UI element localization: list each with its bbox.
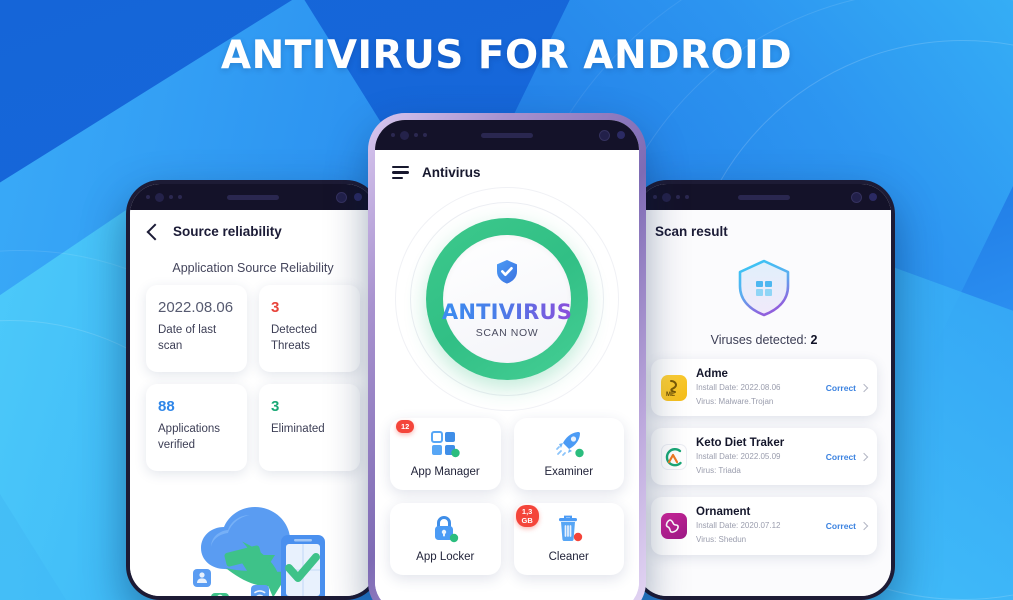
stat-label: Detected Threats bbox=[271, 324, 318, 352]
stat-label: Date of last scan bbox=[158, 324, 217, 352]
stat-card-detected-threats[interactable]: 3 Detected Threats bbox=[259, 285, 360, 373]
phone-left-source-reliability: Source reliability Application Source Re… bbox=[123, 177, 383, 600]
scan-secondary-label: SCAN NOW bbox=[475, 327, 539, 339]
stat-card-apps-verified[interactable]: 88 Applications verified bbox=[146, 384, 247, 472]
viruses-detected-line: Viruses detected: 2 bbox=[637, 333, 891, 347]
right-phone-title: Scan result bbox=[655, 224, 728, 239]
hamburger-menu-icon[interactable] bbox=[392, 165, 409, 180]
tile-app-locker[interactable]: App Locker bbox=[390, 503, 501, 575]
stat-label: Applications verified bbox=[158, 423, 221, 451]
shield-check-icon bbox=[495, 259, 519, 290]
tile-cleaner[interactable]: 1,3 GB Cleaner bbox=[513, 503, 624, 575]
tile-label: App Locker bbox=[416, 551, 475, 563]
ornament-app-icon bbox=[661, 512, 687, 539]
tile-label: App Manager bbox=[410, 466, 480, 478]
stat-card-last-scan[interactable]: 2022.08.06 Date of last scan bbox=[146, 285, 247, 373]
stat-label: Eliminated bbox=[271, 423, 325, 436]
virus-list-item[interactable]: ME Adme Install Date: 2022.08.06 Virus: … bbox=[651, 359, 877, 417]
viruses-detected-count: 2 bbox=[810, 333, 818, 347]
phone-right-scan-result: Scan result Viruses detected: 2 ME Adme … bbox=[630, 177, 898, 600]
trash-icon bbox=[554, 515, 584, 543]
virus-install-date: Install Date: 2022.08.06 bbox=[696, 383, 781, 392]
virus-type: Virus: Triada bbox=[696, 465, 741, 475]
virus-app-name: Ornament bbox=[696, 506, 751, 519]
feature-tiles: 12 App Manager Examiner App Locker 1,3 G… bbox=[375, 418, 639, 575]
stat-value: 3 bbox=[271, 299, 280, 316]
virus-list-item[interactable]: Ornament Install Date: 2020.07.12 Virus:… bbox=[651, 497, 877, 555]
virus-app-name: Keto Diet Traker bbox=[696, 437, 785, 450]
virus-install-date: Install Date: 2020.07.12 bbox=[696, 521, 781, 531]
virus-list-item[interactable]: Keto Diet Traker Install Date: 2022.05.0… bbox=[651, 428, 877, 486]
correct-button[interactable]: Correct bbox=[826, 383, 856, 393]
keto-app-icon bbox=[661, 443, 687, 470]
reliability-card-grid: 2022.08.06 Date of last scan 3 Detected … bbox=[130, 285, 376, 472]
rocket-icon bbox=[554, 430, 584, 458]
correct-button[interactable]: Correct bbox=[826, 452, 856, 462]
cleaner-badge: 1,3 GB bbox=[515, 505, 539, 527]
app-grid-icon bbox=[430, 430, 460, 458]
adme-app-icon: ME bbox=[661, 374, 687, 401]
shield-windows-icon bbox=[637, 255, 891, 321]
virus-type: Virus: Shedun bbox=[696, 534, 747, 544]
virus-app-name: Adme bbox=[696, 368, 728, 380]
phone-center-antivirus-home: Antivirus ANTIVIRUS SCAN NOW 12 App Mana… bbox=[368, 113, 646, 600]
correct-button[interactable]: Correct bbox=[826, 521, 856, 531]
left-phone-title: Source reliability bbox=[173, 224, 282, 239]
stat-value: 3 bbox=[271, 398, 280, 416]
tile-label: Cleaner bbox=[548, 551, 589, 563]
phone-notch bbox=[375, 120, 639, 150]
stat-card-eliminated[interactable]: 3 Eliminated bbox=[259, 384, 360, 472]
virus-type: Virus: Malware.Trojan bbox=[696, 396, 774, 406]
tile-label: Examiner bbox=[544, 466, 594, 478]
stat-value: 88 bbox=[158, 398, 175, 416]
phone-notch bbox=[637, 184, 891, 210]
phone-notch bbox=[130, 184, 376, 210]
cloud-download-secure-phone-illustration bbox=[130, 497, 376, 596]
scan-now-button[interactable]: ANTIVIRUS SCAN NOW bbox=[375, 184, 639, 414]
virus-install-date: Install Date: 2022.05.09 bbox=[696, 452, 781, 462]
scan-inner-circle: ANTIVIRUS SCAN NOW bbox=[441, 235, 573, 363]
center-phone-title: Antivirus bbox=[422, 165, 481, 180]
svg-text:ME: ME bbox=[666, 392, 675, 398]
right-phone-screen: Scan result Viruses detected: 2 ME Adme … bbox=[637, 210, 891, 596]
chevron-right-icon[interactable] bbox=[859, 521, 869, 531]
scan-primary-label: ANTIVIRUS bbox=[441, 300, 573, 324]
tile-examiner[interactable]: Examiner bbox=[513, 418, 624, 490]
virus-list: ME Adme Install Date: 2022.08.06 Virus: … bbox=[637, 359, 891, 555]
center-phone-screen: Antivirus ANTIVIRUS SCAN NOW 12 App Mana… bbox=[375, 150, 639, 600]
chevron-right-icon[interactable] bbox=[859, 452, 869, 462]
stat-value: 2022.08.06 bbox=[158, 299, 234, 316]
app-manager-badge: 12 bbox=[396, 420, 415, 433]
chevron-left-icon[interactable] bbox=[146, 223, 164, 240]
viruses-detected-label: Viruses detected: bbox=[710, 333, 807, 347]
left-phone-screen: Source reliability Application Source Re… bbox=[130, 210, 376, 596]
lock-icon bbox=[430, 515, 460, 543]
tile-app-manager[interactable]: 12 App Manager bbox=[390, 418, 501, 490]
page-title: ANTIVIRUS FOR ANDROID bbox=[220, 33, 793, 78]
chevron-right-icon[interactable] bbox=[859, 383, 869, 392]
left-phone-subtitle: Application Source Reliability bbox=[172, 261, 334, 275]
